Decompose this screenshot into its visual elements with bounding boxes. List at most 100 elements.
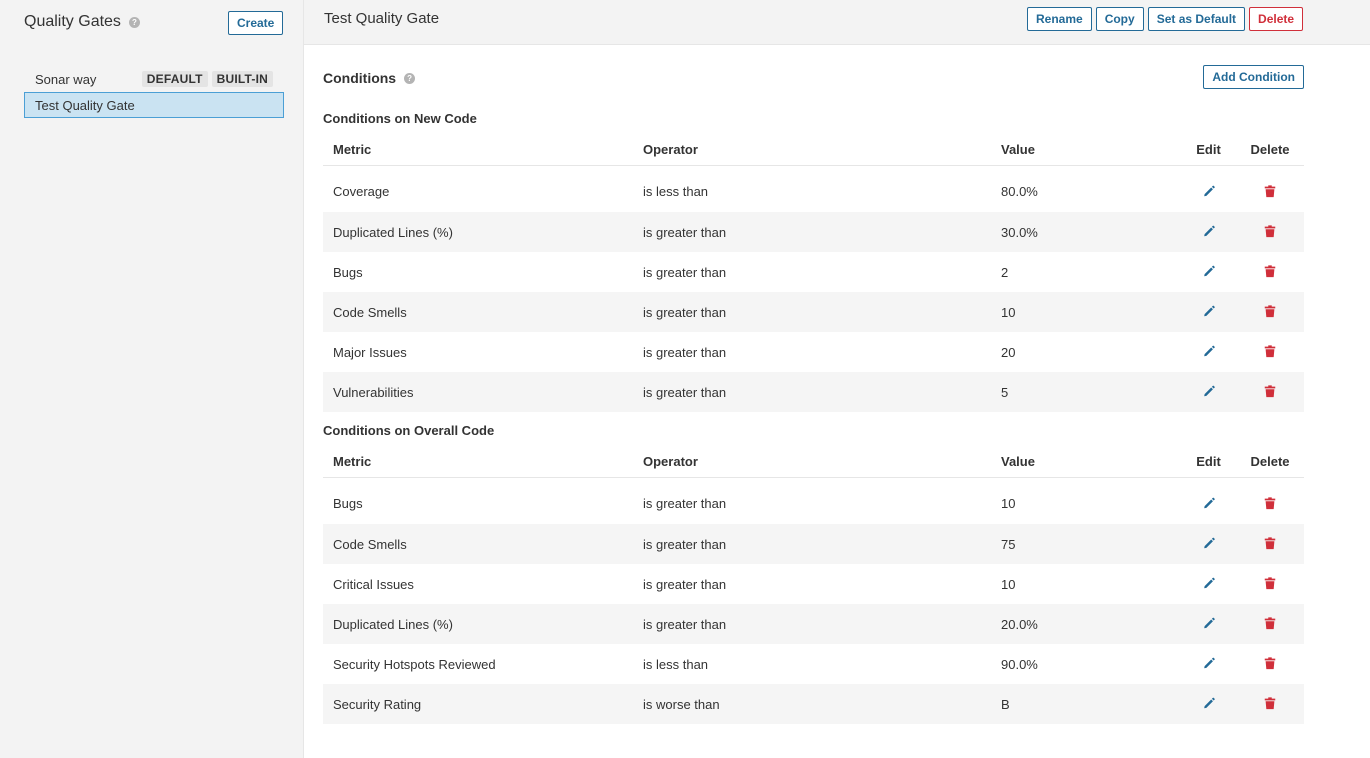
delete-cell <box>1236 212 1304 252</box>
edit-cell <box>1181 252 1236 292</box>
edit-cell <box>1181 212 1236 252</box>
new-code-title: Conditions on New Code <box>323 111 477 126</box>
pencil-icon[interactable] <box>1201 656 1217 672</box>
metric-cell: Critical Issues <box>333 576 414 592</box>
metric-cell: Duplicated Lines (%) <box>323 212 643 252</box>
pencil-icon[interactable] <box>1201 616 1217 632</box>
trash-icon[interactable] <box>1262 576 1278 592</box>
pencil-icon[interactable] <box>1201 184 1217 200</box>
set-as-default-button[interactable]: Set as Default <box>1147 7 1246 31</box>
pencil-icon[interactable] <box>1201 576 1217 592</box>
table-row: Critical Issues is greater than 10 <box>323 564 1304 604</box>
new-code-section: Conditions on New Code Metric Operator V… <box>323 110 1304 412</box>
pencil-icon[interactable] <box>1201 536 1217 552</box>
edit-cell <box>1181 564 1236 604</box>
operator-cell: is greater than <box>643 496 727 512</box>
value-cell: 20 <box>1001 344 1016 360</box>
delete-cell <box>1236 477 1304 524</box>
table-row: Vulnerabilities is greater than 5 <box>323 372 1304 412</box>
pencil-icon[interactable] <box>1201 496 1217 512</box>
metric-header: Metric <box>323 440 643 478</box>
edit-cell <box>1181 644 1236 684</box>
trash-icon[interactable] <box>1262 264 1278 280</box>
pencil-icon[interactable] <box>1201 264 1217 280</box>
trash-icon[interactable] <box>1262 384 1278 400</box>
pencil-icon[interactable] <box>1201 304 1217 320</box>
value-cell: 80.0% <box>1001 184 1038 200</box>
operator-header: Operator <box>643 440 1001 478</box>
operator-cell: is less than <box>643 656 709 672</box>
operator-cell: is greater than <box>643 292 1001 332</box>
metric-cell: Bugs <box>333 496 363 512</box>
delete-cell <box>1236 165 1304 212</box>
metric-cell: Coverage <box>333 184 390 200</box>
gate-item-test-quality-gate[interactable]: Test Quality Gate <box>24 92 284 118</box>
new-code-table: Metric Operator Value Edit Delete Covera… <box>323 128 1304 412</box>
operator-cell: is worse than <box>643 684 1001 724</box>
delete-cell <box>1236 684 1304 724</box>
value-cell: 75 <box>1001 524 1181 564</box>
help-icon[interactable]: ? <box>404 72 416 84</box>
trash-icon[interactable] <box>1262 344 1278 360</box>
edit-cell <box>1181 524 1236 564</box>
metric-cell: Security Rating <box>323 684 643 724</box>
value-cell: 30.0% <box>1001 212 1181 252</box>
edit-cell <box>1181 477 1236 524</box>
operator-cell: is greater than <box>643 576 727 592</box>
value-cell: 2 <box>1001 264 1009 280</box>
operator-header: Operator <box>643 128 1001 166</box>
overall-code-section: Conditions on Overall Code Metric Operat… <box>323 422 1304 724</box>
pencil-icon[interactable] <box>1201 384 1217 400</box>
gate-name: Sonar way <box>35 71 97 87</box>
table-row: Code Smells is greater than 75 <box>323 524 1304 564</box>
copy-button[interactable]: Copy <box>1095 7 1144 31</box>
table-row: Duplicated Lines (%) is greater than 30.0% <box>323 212 1304 252</box>
operator-cell: is greater than <box>643 372 1001 412</box>
overall-code-table: Metric Operator Value Edit Delete Bugs is… <box>323 440 1304 724</box>
delete-cell <box>1236 292 1304 332</box>
table-row: Coverage is less than 80.0% <box>323 165 1304 212</box>
value-cell: 5 <box>1001 372 1181 412</box>
pencil-icon[interactable] <box>1201 344 1217 360</box>
edit-cell <box>1181 372 1236 412</box>
table-row: Major Issues is greater than 20 <box>323 332 1304 372</box>
pencil-icon[interactable] <box>1201 224 1217 240</box>
edit-cell <box>1181 604 1236 644</box>
delete-cell <box>1236 332 1304 372</box>
help-icon[interactable]: ? <box>128 16 140 28</box>
add-condition-button[interactable]: Add Condition <box>1203 65 1304 89</box>
delete-cell <box>1236 524 1304 564</box>
metric-cell: Code Smells <box>323 292 643 332</box>
trash-icon[interactable] <box>1262 536 1278 552</box>
trash-icon[interactable] <box>1262 496 1278 512</box>
operator-cell: is less than <box>643 184 709 200</box>
sidebar-title-text: Quality Gates <box>24 13 121 30</box>
table-row: Bugs is greater than 10 <box>323 477 1304 524</box>
edit-cell <box>1181 684 1236 724</box>
operator-cell: is greater than <box>643 344 727 360</box>
metric-cell: Major Issues <box>333 344 407 360</box>
gate-item-sonar-way[interactable]: Sonar way DEFAULT BUILT-IN <box>24 66 284 92</box>
edit-cell <box>1181 332 1236 372</box>
edit-cell <box>1181 165 1236 212</box>
trash-icon[interactable] <box>1262 696 1278 712</box>
operator-cell: is greater than <box>643 524 1001 564</box>
conditions-content: Conditions ? Add Condition Conditions on… <box>323 45 1304 724</box>
delete-gate-button[interactable]: Delete <box>1249 7 1304 31</box>
value-header: Value <box>1001 440 1181 478</box>
conditions-title: Conditions ? <box>323 70 416 86</box>
edit-header: Edit <box>1181 128 1236 166</box>
metric-cell: Vulnerabilities <box>323 372 643 412</box>
pencil-icon[interactable] <box>1201 696 1217 712</box>
conditions-header: Conditions ? Add Condition <box>323 45 1304 109</box>
rename-button[interactable]: Rename <box>1027 7 1092 31</box>
trash-icon[interactable] <box>1262 224 1278 240</box>
trash-icon[interactable] <box>1262 656 1278 672</box>
header-actions: Rename Copy Set as Default Delete <box>1027 7 1304 31</box>
trash-icon[interactable] <box>1262 616 1278 632</box>
trash-icon[interactable] <box>1262 304 1278 320</box>
trash-icon[interactable] <box>1262 184 1278 200</box>
create-button[interactable]: Create <box>228 11 284 35</box>
value-cell: 90.0% <box>1001 656 1038 672</box>
metric-cell: Duplicated Lines (%) <box>323 604 643 644</box>
